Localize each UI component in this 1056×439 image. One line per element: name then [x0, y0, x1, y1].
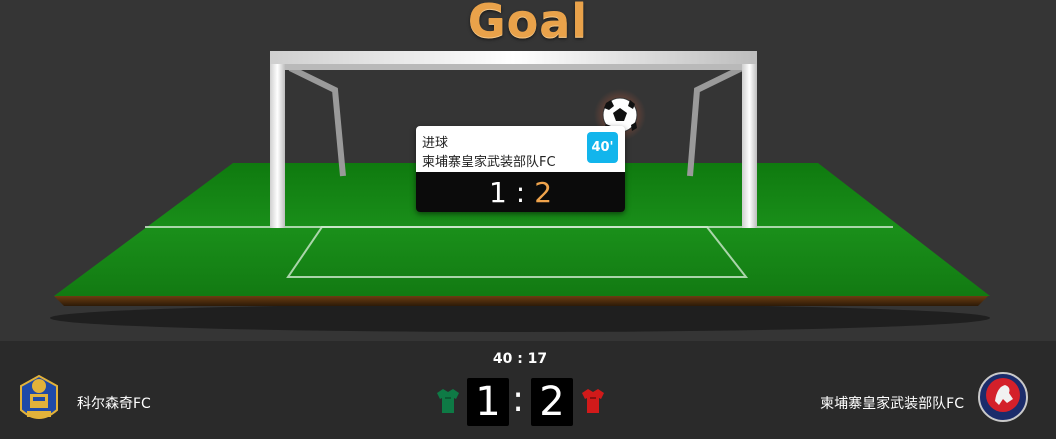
event-score-home: 1 — [488, 175, 507, 209]
event-type-label: 进球 — [422, 136, 449, 151]
pitch-animation-area: Goal 进球 柬埔寨皇家武装部队FC 40' 1 : 2 — [0, 0, 1056, 341]
pitch-soil-edge — [54, 296, 988, 306]
jersey-icon — [582, 389, 604, 413]
event-team-label: 柬埔寨皇家武装部队FC — [422, 155, 556, 170]
event-minute-badge: 40' — [587, 132, 618, 163]
goal-left-support — [288, 65, 346, 177]
goal-crossbar-back — [285, 64, 742, 70]
event-score-away: 2 — [534, 175, 553, 209]
event-card-header: 进球 柬埔寨皇家武装部队FC 40' — [416, 126, 625, 172]
goal-right-post — [742, 51, 757, 228]
event-score-separator: : — [515, 175, 526, 209]
home-team-name: 科尔森奇FC — [77, 396, 151, 412]
score-separator: : — [512, 379, 525, 420]
away-team-name: 柬埔寨皇家武装部队FC — [820, 396, 964, 412]
goal-left-post — [270, 51, 285, 228]
club-crest-icon — [20, 374, 58, 419]
pitch-shadow — [50, 304, 990, 332]
goal-headline: Goal — [467, 0, 589, 48]
jersey-icon — [437, 389, 459, 413]
goal-event-card: 进球 柬埔寨皇家武装部队FC 40' 1 : 2 — [416, 126, 625, 212]
goal-crossbar — [270, 51, 757, 64]
scoreboard-bar: 40 : 17 — [0, 341, 1056, 439]
event-score: 1 : 2 — [416, 172, 625, 212]
goal-right-support — [687, 65, 744, 177]
match-clock: 40 : 17 — [492, 351, 548, 367]
club-crest-icon — [978, 372, 1028, 422]
home-score: 1 — [467, 378, 509, 426]
away-score: 2 — [531, 378, 573, 426]
